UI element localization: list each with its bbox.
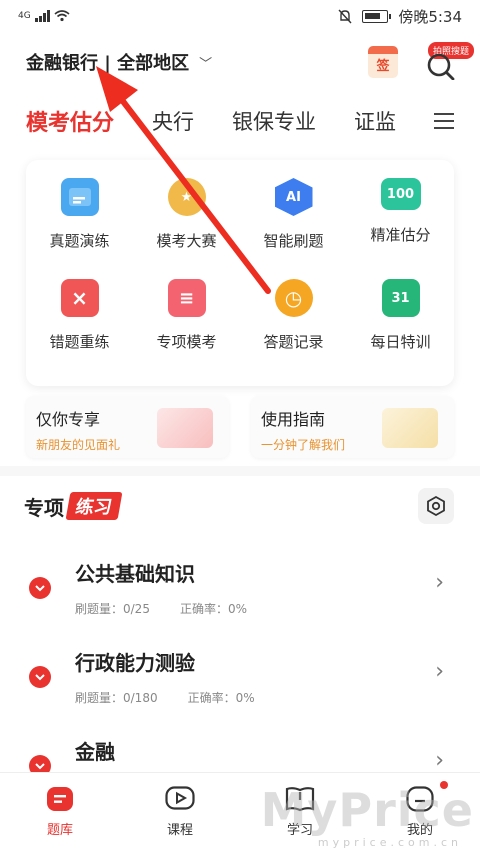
watermark-logo: MyPrice bbox=[260, 783, 474, 837]
nav-label: 题库 bbox=[46, 823, 73, 838]
section-title: 专项 bbox=[24, 495, 64, 520]
region-label: 金融银行 | 全部地区 bbox=[26, 53, 190, 74]
list-item[interactable]: 行政能力测验 刷题量：0/180 正确率：0% › bbox=[0, 637, 480, 717]
question-count: 刷题量：0/180 bbox=[75, 691, 158, 705]
calendar-icon: 31 bbox=[381, 279, 420, 317]
gear-icon bbox=[427, 496, 445, 516]
status-bar: 4G 傍晚5:34 bbox=[0, 0, 480, 32]
error-icon: × bbox=[60, 279, 99, 317]
grid-label: 精准估分 bbox=[370, 226, 431, 244]
tab-banking-insurance[interactable]: 银保专业 bbox=[232, 106, 316, 136]
play-icon bbox=[164, 785, 196, 813]
calendar-sign-label: 签 bbox=[376, 59, 390, 74]
document-icon bbox=[60, 178, 99, 216]
grid-label: 每日特训 bbox=[370, 333, 431, 351]
grid-label: 真题演练 bbox=[49, 232, 110, 250]
ai-icon: AI bbox=[274, 178, 313, 216]
signal-indicator: 4G bbox=[18, 10, 70, 22]
nav-label: 课程 bbox=[166, 823, 193, 838]
subject-name: 公共基础知识 bbox=[75, 562, 195, 586]
settings-button[interactable] bbox=[418, 488, 454, 524]
expand-toggle-icon[interactable] bbox=[29, 577, 51, 599]
tab-central-bank[interactable]: 央行 bbox=[152, 106, 194, 136]
chevron-down-icon: ﹀ bbox=[199, 56, 213, 72]
subject-name: 行政能力测验 bbox=[75, 651, 195, 675]
grid-label: 答题记录 bbox=[263, 333, 324, 351]
video-guide-icon bbox=[382, 408, 438, 448]
tab-securities[interactable]: 证监 bbox=[354, 106, 396, 136]
menu-icon[interactable] bbox=[434, 113, 454, 129]
special-practice-header: 专项 练习 bbox=[24, 488, 454, 524]
top-header: 金融银行 | 全部地区 ﹀ 签 拍照搜题 bbox=[26, 40, 475, 84]
signal-icon bbox=[34, 10, 50, 22]
nav-question-bank[interactable]: 题库 bbox=[0, 773, 120, 853]
photo-search-button[interactable]: 拍照搜题 bbox=[424, 42, 475, 80]
medal-icon: ★ bbox=[167, 178, 206, 216]
subject-name: 金融 bbox=[75, 740, 115, 764]
accuracy-rate: 正确率：0% bbox=[179, 602, 247, 616]
grid-label: 专项模考 bbox=[156, 333, 217, 351]
grid-item-answer-history[interactable]: ◷ 答题记录 bbox=[240, 279, 347, 380]
feature-grid: 真题演练 ★ 模考大赛 AI 智能刷题 100 精准估分 × 错题重练 ≡ 专项… bbox=[26, 160, 454, 386]
grid-item-mock-contest[interactable]: ★ 模考大赛 bbox=[133, 178, 240, 279]
region-selector[interactable]: 金融银行 | 全部地区 ﹀ bbox=[26, 49, 212, 75]
gift-box-icon bbox=[157, 408, 213, 448]
search-icon bbox=[427, 53, 455, 80]
checkin-calendar-button[interactable]: 签 bbox=[368, 46, 398, 78]
accuracy-rate: 正确率：0% bbox=[187, 691, 255, 705]
grid-label: 错题重练 bbox=[49, 333, 110, 351]
chevron-right-icon: › bbox=[435, 659, 444, 684]
promo-card-exclusive[interactable]: 仅你专享 新朋友的见面礼 bbox=[26, 396, 229, 458]
grid-item-past-papers[interactable]: 真题演练 bbox=[26, 178, 133, 279]
grid-label: 智能刷题 bbox=[263, 232, 324, 250]
question-bank-icon bbox=[44, 785, 76, 813]
section-tag: 练习 bbox=[65, 492, 123, 520]
clock: 傍晚5:34 bbox=[398, 7, 462, 26]
promo-card-guide[interactable]: 使用指南 一分钟了解我们 bbox=[251, 396, 454, 458]
mute-bell-icon bbox=[338, 9, 352, 23]
chevron-right-icon: › bbox=[435, 748, 444, 773]
score-icon: 100 bbox=[380, 178, 421, 210]
grid-item-smart-practice[interactable]: AI 智能刷题 bbox=[240, 178, 347, 279]
section-divider bbox=[0, 466, 480, 476]
grid-item-daily-training[interactable]: 31 每日特训 bbox=[347, 279, 454, 380]
watermark-url: myprice.com.cn bbox=[317, 836, 462, 849]
grid-item-topic-mock[interactable]: ≡ 专项模考 bbox=[133, 279, 240, 380]
alarm-clock-icon: ◷ bbox=[274, 279, 313, 317]
grid-label: 模考大赛 bbox=[156, 232, 217, 250]
nav-courses[interactable]: 课程 bbox=[120, 773, 240, 853]
tab-mock-exam[interactable]: 模考估分 bbox=[26, 105, 114, 137]
category-tabs: 模考估分 央行 银保专业 证监 bbox=[26, 100, 454, 142]
question-count: 刷题量：0/25 bbox=[75, 602, 150, 616]
network-type: 4G bbox=[18, 11, 31, 21]
wifi-icon bbox=[54, 10, 70, 22]
list-item[interactable]: 公共基础知识 刷题量：0/25 正确率：0% › bbox=[0, 548, 480, 628]
battery-icon bbox=[362, 9, 392, 23]
grid-item-wrong-questions[interactable]: × 错题重练 bbox=[26, 279, 133, 380]
grid-item-accurate-score[interactable]: 100 精准估分 bbox=[347, 178, 454, 279]
expand-toggle-icon[interactable] bbox=[29, 666, 51, 688]
chevron-right-icon: › bbox=[435, 570, 444, 595]
certificate-icon: ≡ bbox=[167, 279, 206, 317]
